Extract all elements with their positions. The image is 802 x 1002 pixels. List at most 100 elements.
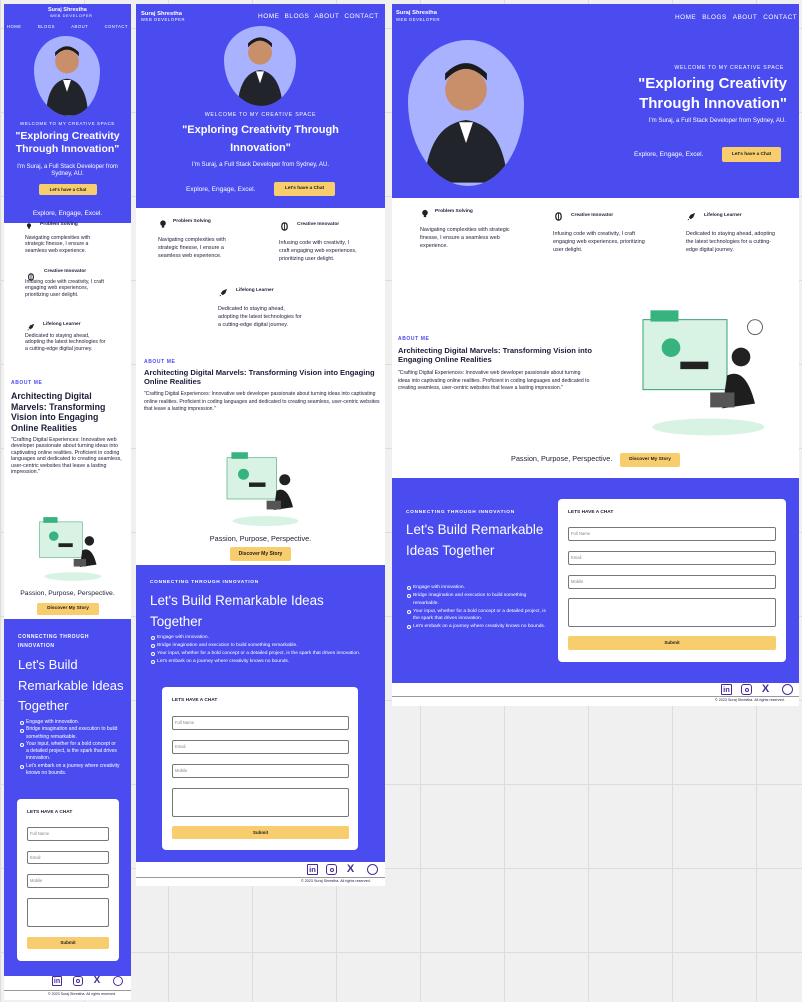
developer-illustration <box>39 517 102 581</box>
hero-chat-button[interactable]: Let's have a Chat <box>39 184 97 195</box>
form-title: LETS HAVE A CHAT <box>172 698 218 703</box>
linkedin-icon[interactable]: in <box>307 864 318 875</box>
feature-text-creative: Infusing code with creativity, I craft e… <box>553 231 645 254</box>
instagram-icon[interactable] <box>326 864 337 875</box>
hero-chat-button[interactable]: Let's have a Chat <box>722 147 781 162</box>
hero-welcome: WELCOME TO MY CREATIVE SPACE <box>20 121 115 126</box>
mobile-input[interactable]: Mobile <box>172 764 349 778</box>
contact-form: LETS HAVE A CHAT Full Name Email Mobile … <box>558 499 786 662</box>
contact-bullets: Engage with innovation. Bridge imaginati… <box>407 584 549 631</box>
bullet-item: Let's embark on a journey where creativi… <box>20 763 120 778</box>
bullet-item: Engage with innovation. <box>151 634 381 642</box>
footer-copyright: © 2023 Suraj Shrestha. All rights reserv… <box>301 879 371 883</box>
main-nav: HOME BLOGS ABOUT CONTACT <box>258 13 379 20</box>
hero-welcome: WELCOME TO MY CREATIVE SPACE <box>204 112 317 118</box>
contact-title: Let's Build Remarkable Ideas Together <box>406 522 544 558</box>
feature-title-creative: Creative Innovator <box>571 213 614 218</box>
rocket-icon <box>218 287 228 297</box>
github-icon[interactable] <box>113 976 123 986</box>
discover-story-button[interactable]: Discover My Story <box>620 453 680 467</box>
submit-button[interactable]: Submit <box>172 826 349 839</box>
bullet-item: Let's embark on a journey where creativi… <box>407 623 549 631</box>
hero-welcome: WELCOME TO MY CREATIVE SPACE <box>674 65 784 71</box>
nav-blogs[interactable]: BLOGS <box>285 13 310 20</box>
rocket-icon <box>26 322 35 331</box>
nav-contact[interactable]: CONTACT <box>344 13 378 20</box>
nav-home[interactable]: HOME <box>7 24 22 29</box>
bullet-item: Engage with innovation. <box>407 584 549 592</box>
feature-title-creative: Creative Innovator <box>44 269 87 274</box>
feature-title-problem: Problem Solving <box>173 219 211 224</box>
nav-blogs[interactable]: BLOGS <box>38 24 55 29</box>
message-textarea[interactable] <box>568 598 776 627</box>
submit-button[interactable]: Submit <box>27 937 109 949</box>
hero-chat-button[interactable]: Let's have a Chat <box>274 182 335 196</box>
mobile-input[interactable]: Mobile <box>568 575 776 589</box>
email-input[interactable]: Email <box>172 740 349 754</box>
hero-intro: I'm Suraj, a Full Stack Developer from S… <box>191 161 330 168</box>
linkedin-icon[interactable]: in <box>721 684 732 695</box>
hero-headline: "Exploring Creativity Through Innovation… <box>15 130 120 155</box>
feature-text-learner: Dedicated to staying ahead, adopting the… <box>218 306 302 329</box>
mobile-viewport: Suraj Shrestha WEB DEVELOPER HOME BLOGS … <box>4 4 131 1000</box>
contact-eyebrow: CONNECTING THROUGH INNOVATION <box>18 634 90 650</box>
x-icon[interactable]: X <box>760 683 771 695</box>
email-input[interactable]: Email <box>568 551 776 565</box>
full-name-input[interactable]: Full Name <box>172 716 349 730</box>
bullet-item: Your input, whether for a bold concept o… <box>20 741 120 763</box>
bullet-item: Engage with innovation. <box>20 719 120 726</box>
x-icon[interactable]: X <box>92 975 102 986</box>
linkedin-icon[interactable]: in <box>52 976 62 986</box>
nav-about[interactable]: ABOUT <box>733 14 758 21</box>
github-icon[interactable] <box>367 864 378 875</box>
nav-about[interactable]: ABOUT <box>314 13 339 20</box>
about-title: Architecting Digital Marvels: Transformi… <box>398 346 592 365</box>
hero-tagline: Explore, Engage, Excel. <box>634 151 704 158</box>
discover-story-button[interactable]: Discover My Story <box>37 603 99 615</box>
nav-home[interactable]: HOME <box>675 14 696 21</box>
github-icon[interactable] <box>782 684 793 695</box>
hero-headline: "Exploring Creativity Through Innovation… <box>638 75 787 112</box>
instagram-icon[interactable] <box>73 976 83 986</box>
site-logo-name[interactable]: Suraj Shrestha <box>396 10 437 17</box>
about-text: "Crafting Digital Experiences: Innovativ… <box>398 370 590 392</box>
nav-contact[interactable]: CONTACT <box>763 14 797 21</box>
feature-title-problem: Problem Solving <box>40 222 78 227</box>
nav-home[interactable]: HOME <box>258 13 280 20</box>
bullet-item: Let's embark on a journey where creativi… <box>151 658 381 666</box>
footer-copyright: © 2023 Suraj Shrestha. All rights reserv… <box>48 992 116 996</box>
full-name-input[interactable]: Full Name <box>27 827 109 841</box>
feature-text-learner: Dedicated to staying ahead, adopting the… <box>686 231 776 254</box>
about-eyebrow: ABOUT ME <box>144 359 176 365</box>
tablet-viewport: Suraj Shrestha WEB DEVELOPER HOME BLOGS … <box>136 4 385 886</box>
about-tagline: Passion, Purpose, Perspective. <box>20 590 115 597</box>
nav-blogs[interactable]: BLOGS <box>702 14 727 21</box>
about-tagline: Passion, Purpose, Perspective. <box>209 534 312 543</box>
email-input[interactable]: Email <box>27 851 109 864</box>
message-textarea[interactable] <box>172 788 349 817</box>
contact-form: LETS HAVE A CHAT Full Name Email Mobile … <box>162 687 358 850</box>
hero-intro: I'm Suraj, a Full Stack Developer from S… <box>648 117 786 124</box>
site-logo-role: WEB DEVELOPER <box>141 17 186 22</box>
contact-title: Let's Build Remarkable Ideas Together <box>150 593 324 629</box>
message-textarea[interactable] <box>27 898 109 927</box>
about-eyebrow: ABOUT ME <box>398 336 430 342</box>
feature-text-creative: Infusing code with creativity, I craft e… <box>279 240 357 263</box>
footer-divider <box>392 696 799 697</box>
full-name-input[interactable]: Full Name <box>568 527 776 541</box>
contact-eyebrow: CONNECTING THROUGH INNOVATION <box>150 580 259 585</box>
nav-contact[interactable]: CONTACT <box>105 24 128 29</box>
lightbulb-icon <box>25 223 32 229</box>
footer-copyright: © 2023 Suraj Shrestha. All rights reserv… <box>715 698 785 702</box>
form-title: LETS HAVE A CHAT <box>27 810 73 815</box>
feature-title-problem: Problem Solving <box>435 209 473 214</box>
mobile-input[interactable]: Mobile <box>27 874 109 888</box>
x-icon[interactable]: X <box>345 863 356 875</box>
instagram-icon[interactable] <box>741 684 752 695</box>
hero-tagline: Explore, Engage, Excel. <box>186 186 256 193</box>
hero-tagline: Explore, Engage, Excel. <box>32 210 103 217</box>
submit-button[interactable]: Submit <box>568 636 776 650</box>
nav-about[interactable]: ABOUT <box>71 24 88 29</box>
discover-story-button[interactable]: Discover My Story <box>230 547 291 561</box>
contact-bullets: Engage with innovation. Bridge imaginati… <box>20 719 120 777</box>
